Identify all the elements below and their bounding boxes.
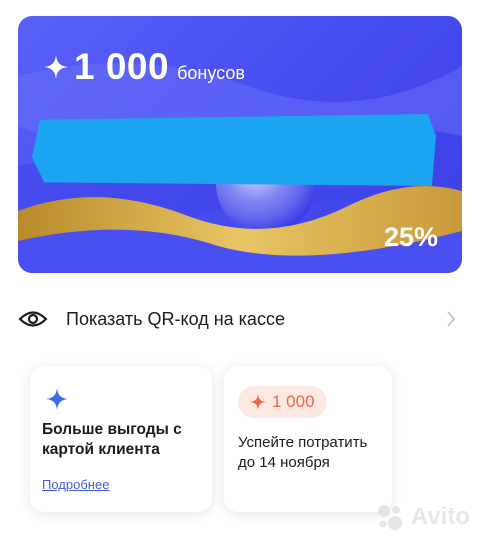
watermark-text: Avito — [410, 503, 470, 530]
badge-amount: 1 000 — [272, 392, 315, 411]
bonus-amount: 1 000 — [74, 46, 170, 87]
bonus-unit: бонусов — [177, 63, 245, 83]
expiry-tile[interactable]: 1 000 Успейте потратить до 14 ноября — [224, 366, 392, 512]
sparkle-orange-icon — [250, 394, 266, 410]
sparkle-icon — [44, 55, 68, 79]
loyalty-card[interactable]: 1 000 бонусов 25% — [18, 16, 462, 273]
expiry-text: Успейте потратить до 14 ноября — [238, 434, 368, 471]
chevron-right-icon — [447, 311, 456, 327]
benefits-tile[interactable]: Больше выгоды с картой клиента Подробнее — [30, 366, 212, 512]
redacted-area — [32, 114, 436, 186]
avito-logo-icon — [377, 505, 402, 530]
show-qr-row[interactable]: Показать QR-код на кассе — [18, 300, 462, 338]
bonus-balance: 1 000 бонусов — [44, 46, 245, 88]
benefits-title: Больше выгоды с картой клиента — [42, 421, 182, 458]
sparkle-blue-icon — [46, 388, 68, 410]
discount-percent: 25% — [383, 222, 438, 252]
watermark: Avito — [375, 502, 470, 532]
bonus-badge: 1 000 — [238, 386, 327, 418]
more-link[interactable]: Подробнее — [42, 477, 109, 492]
eye-icon — [18, 311, 48, 327]
show-qr-label: Показать QR-код на кассе — [66, 308, 285, 329]
